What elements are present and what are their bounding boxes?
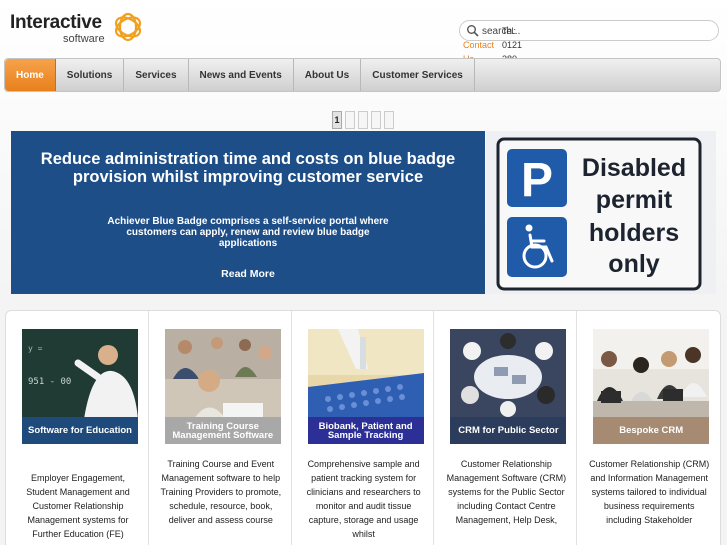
nav-tab-services[interactable]: Services [124,59,189,91]
search-icon [467,25,479,37]
education-photo[interactable]: 951 - 00 y = Software for Education [22,329,138,444]
tile-caption: Software for Education [22,417,138,444]
nav-tab-about-us[interactable]: About Us [294,59,362,91]
tile-caption: CRM for Public Sector [450,417,567,444]
crm-public-sector-photo[interactable]: CRM for Public Sector [450,329,567,444]
tile-description: Customer Relationship (CRM) and Informat… [589,459,710,525]
nav-tab-news-and-events[interactable]: News and Events [189,59,294,91]
sign-line-2: permit [596,186,673,214]
nav-tab-home[interactable]: Home [5,59,56,91]
tile-description: Employer Engagement, Student Management … [26,473,130,539]
tile-bespoke-crm: Bespoke CRM Customer Relationship (CRM) … [577,311,720,545]
page: Interactive software Contact Us Tel: 012… [0,0,727,545]
banner-body: Achiever Blue Badge comprises a self-ser… [107,216,389,249]
slide-page-1[interactable]: 1 [332,111,342,129]
disabled-permit-sign-image: P Disabled permit holders only [486,131,716,294]
tile-description: Comprehensive sample and patient trackin… [306,459,421,539]
logo-subtitle: software [63,33,105,45]
read-more-link[interactable]: Read More [206,268,290,280]
slide-page-3[interactable] [358,111,368,129]
tile-caption: Training Course Management Software [164,417,281,444]
tile-description: Customer Relationship Management Softwar… [446,459,567,525]
banner-headline: Reduce administration time and costs on … [40,150,456,186]
logo-rings-icon [114,12,142,42]
tile-caption: Bespoke CRM [593,417,710,444]
sign-line-1: Disabled [582,154,686,182]
slide-pager: 1 [332,111,394,129]
hero-banner: Reduce administration time and costs on … [11,131,485,294]
tile-caption: Biobank, Patient and Sample Tracking [307,417,424,444]
biobank-photo[interactable]: Biobank, Patient and Sample Tracking [307,329,424,444]
tile-description: Training Course and Event Management sof… [160,459,282,525]
logo[interactable]: Interactive software [10,12,150,46]
sign-line-3: holders [589,219,679,247]
svg-text:951 - 00: 951 - 00 [28,377,71,387]
sign-line-4: only [608,250,659,278]
slide-page-2[interactable] [345,111,355,129]
product-tiles: 951 - 00 y = Software for Education Empl… [5,310,721,545]
tile-crm-public-sector: CRM for Public Sector Customer Relations… [434,311,578,545]
tile-training: Training Course Management Software Trai… [149,311,292,545]
bespoke-crm-photo[interactable]: Bespoke CRM [593,329,710,444]
svg-text:y =: y = [28,344,43,353]
main-navigation: Home Solutions Services News and Events … [4,58,721,92]
slide-page-5[interactable] [384,111,394,129]
sign-letter: P [521,154,553,207]
tile-biobank: Biobank, Patient and Sample Tracking Com… [292,311,435,545]
nav-tab-customer-services[interactable]: Customer Services [361,59,475,91]
logo-word: Interactive [10,12,102,33]
slide-page-4[interactable] [371,111,381,129]
training-photo[interactable]: Training Course Management Software [164,329,281,444]
nav-tab-solutions[interactable]: Solutions [56,59,125,91]
tile-education: 951 - 00 y = Software for Education Empl… [6,311,149,545]
